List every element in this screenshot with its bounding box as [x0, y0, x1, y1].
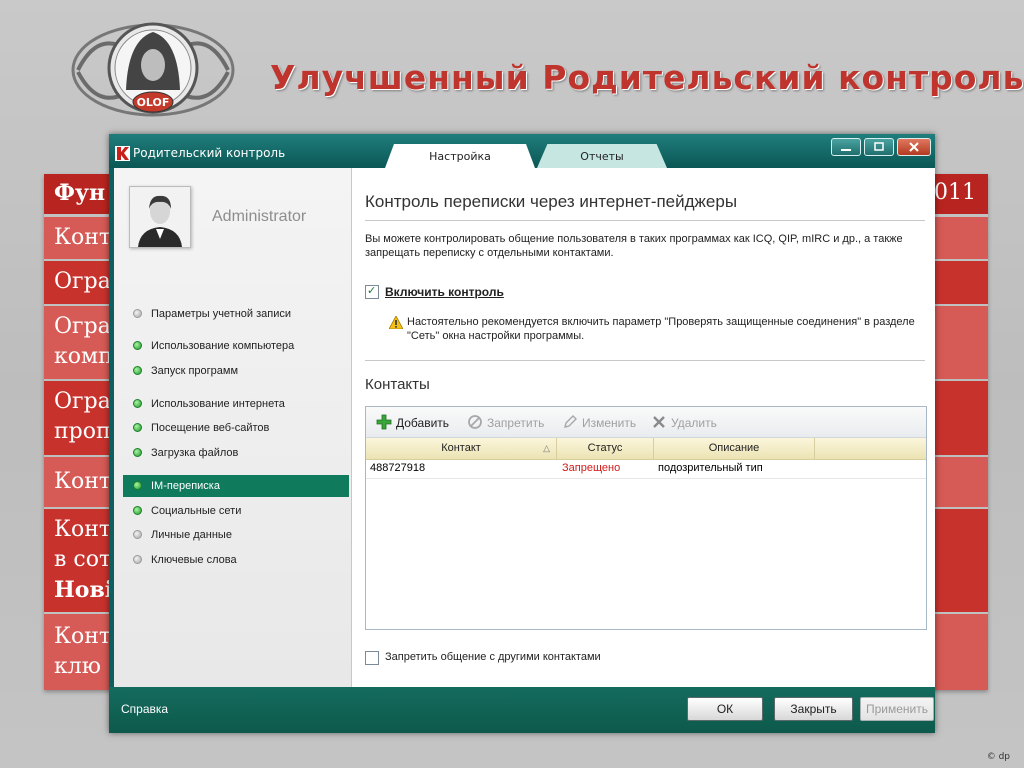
minimize-button[interactable]: [831, 138, 861, 156]
divider: [365, 220, 925, 221]
sidebar-item-label: Использование компьютера: [151, 340, 295, 352]
status-dot-icon: [133, 481, 142, 490]
contact-cell: 488727918: [370, 462, 426, 474]
status-dot-icon: [133, 555, 142, 564]
status-dot-icon: [133, 506, 142, 515]
sidebar-item-social-networks[interactable]: Социальные сети: [129, 501, 349, 521]
table-cell: Фун: [54, 180, 106, 206]
status-dot-icon: [133, 423, 142, 432]
copyright-text: © dp: [986, 752, 1010, 762]
sidebar-item-internet-usage[interactable]: Использование интернета: [129, 394, 349, 414]
window-title: Родительский контроль: [133, 146, 286, 160]
sidebar-item-label: Ключевые слова: [151, 554, 237, 566]
sidebar-item-label: IM-переписка: [151, 480, 220, 492]
enable-control-label[interactable]: Включить контроль: [385, 285, 504, 299]
sidebar-item-file-downloads[interactable]: Загрузка файлов: [129, 443, 349, 463]
table-cell: Огра: [54, 314, 111, 339]
delete-icon: [653, 416, 665, 428]
title-bar[interactable]: Родительский контроль Настройка Отчеты: [109, 134, 935, 168]
page-title: Контроль переписки через интернет-пейдже…: [365, 192, 738, 211]
footer-bar: Справка ОК Закрыть Применить: [109, 687, 935, 733]
contacts-toolbar: Добавить Запретить Изменить Удалить: [366, 407, 926, 438]
avatar: [129, 186, 191, 248]
sidebar-item-program-launch[interactable]: Запуск программ: [129, 361, 349, 381]
status-dot-icon: [133, 399, 142, 408]
table-cell: проп: [54, 419, 111, 444]
pencil-icon: [564, 415, 577, 428]
sidebar-item-web-sites[interactable]: Посещение веб-сайтов: [129, 418, 349, 438]
sidebar-item-personal-data[interactable]: Личные данные: [129, 525, 349, 545]
contacts-table: Добавить Запретить Изменить Удалить Конт…: [365, 406, 927, 630]
maximize-button[interactable]: [864, 138, 894, 156]
sidebar-item-label: Параметры учетной записи: [151, 308, 292, 320]
description-cell: подозрительный тип: [658, 462, 763, 474]
apply-button[interactable]: Применить: [860, 697, 934, 721]
sidebar: Administrator Параметры учетной записи И…: [114, 168, 352, 687]
table-cell: комп: [54, 344, 113, 369]
user-avatar-icon: [130, 187, 190, 247]
status-dot-icon: [133, 309, 142, 318]
table-cell: Конт: [54, 469, 112, 494]
sidebar-item-label: Загрузка файлов: [151, 447, 239, 459]
divider: [365, 360, 925, 361]
enable-control-checkbox[interactable]: ✓: [365, 284, 379, 299]
table-cell: Огра: [54, 269, 111, 294]
close-window-button[interactable]: [897, 138, 931, 156]
sidebar-item-label: Личные данные: [151, 529, 232, 541]
sidebar-item-keywords[interactable]: Ключевые слова: [129, 550, 349, 570]
maximize-icon: [874, 142, 884, 151]
tab-reports[interactable]: Отчеты: [537, 144, 667, 168]
user-name: Administrator: [212, 208, 307, 225]
main-panel: Контроль переписки через интернет-пейдже…: [352, 168, 935, 687]
table-cell: Конт: [54, 225, 112, 250]
close-button[interactable]: Закрыть: [774, 697, 853, 721]
warning-icon: [389, 316, 403, 329]
tab-settings[interactable]: Настройка: [385, 144, 535, 168]
block-others-label[interactable]: Запретить общение с другими контактами: [385, 651, 601, 663]
status-dot-icon: [133, 366, 142, 375]
description-text: Вы можете контролировать общение пользов…: [365, 233, 903, 259]
logo-text: OLOF: [137, 96, 170, 109]
kaspersky-logo-icon: [115, 146, 130, 161]
sidebar-item-label: Запуск программ: [151, 365, 239, 377]
block-icon: [468, 415, 482, 429]
table-cell: в сот: [54, 547, 112, 572]
block-others-checkbox[interactable]: [365, 651, 379, 665]
checkmark-icon: ✓: [367, 284, 377, 297]
column-header-status[interactable]: Статус: [557, 438, 654, 459]
close-icon: [909, 142, 919, 152]
table-cell: Конт: [54, 624, 112, 649]
sort-ascending-icon: △: [543, 443, 550, 453]
plus-icon: [376, 414, 392, 430]
ok-button[interactable]: ОК: [687, 697, 763, 721]
status-dot-icon: [133, 341, 142, 350]
contacts-heading: Контакты: [365, 376, 430, 393]
table-cell: Конт: [54, 517, 112, 542]
table-cell: клю: [54, 654, 101, 679]
help-link[interactable]: Справка: [121, 702, 168, 716]
sidebar-item-label: Посещение веб-сайтов: [151, 422, 270, 434]
olof-logo: OLOF: [71, 22, 235, 117]
sidebar-item-computer-usage[interactable]: Использование компьютера: [129, 336, 349, 356]
table-row[interactable]: 488727918 Запрещено подозрительный тип: [366, 459, 926, 479]
status-cell: Запрещено: [562, 462, 621, 474]
status-dot-icon: [133, 448, 142, 457]
table-header: Контакт △ Статус Описание: [366, 438, 926, 460]
sidebar-item-im-messaging[interactable]: IM-переписка: [123, 475, 349, 497]
sidebar-item-label: Использование интернета: [151, 398, 285, 410]
table-cell: Нові: [54, 577, 114, 603]
slide-title: Улучшенный Родительский контроль: [270, 58, 1024, 97]
column-header-description[interactable]: Описание: [654, 438, 815, 459]
parental-control-window: Родительский контроль Настройка Отчеты A…: [109, 134, 935, 733]
column-header-contact[interactable]: Контакт △: [366, 438, 557, 459]
warning-text: Настоятельно рекомендуется включить пара…: [407, 316, 915, 342]
sidebar-item-account-settings[interactable]: Параметры учетной записи: [129, 304, 349, 324]
sidebar-item-label: Социальные сети: [151, 505, 242, 517]
status-dot-icon: [133, 530, 142, 539]
table-cell: 011: [934, 180, 976, 205]
table-cell: Огра: [54, 389, 111, 414]
minimize-icon: [841, 149, 851, 151]
